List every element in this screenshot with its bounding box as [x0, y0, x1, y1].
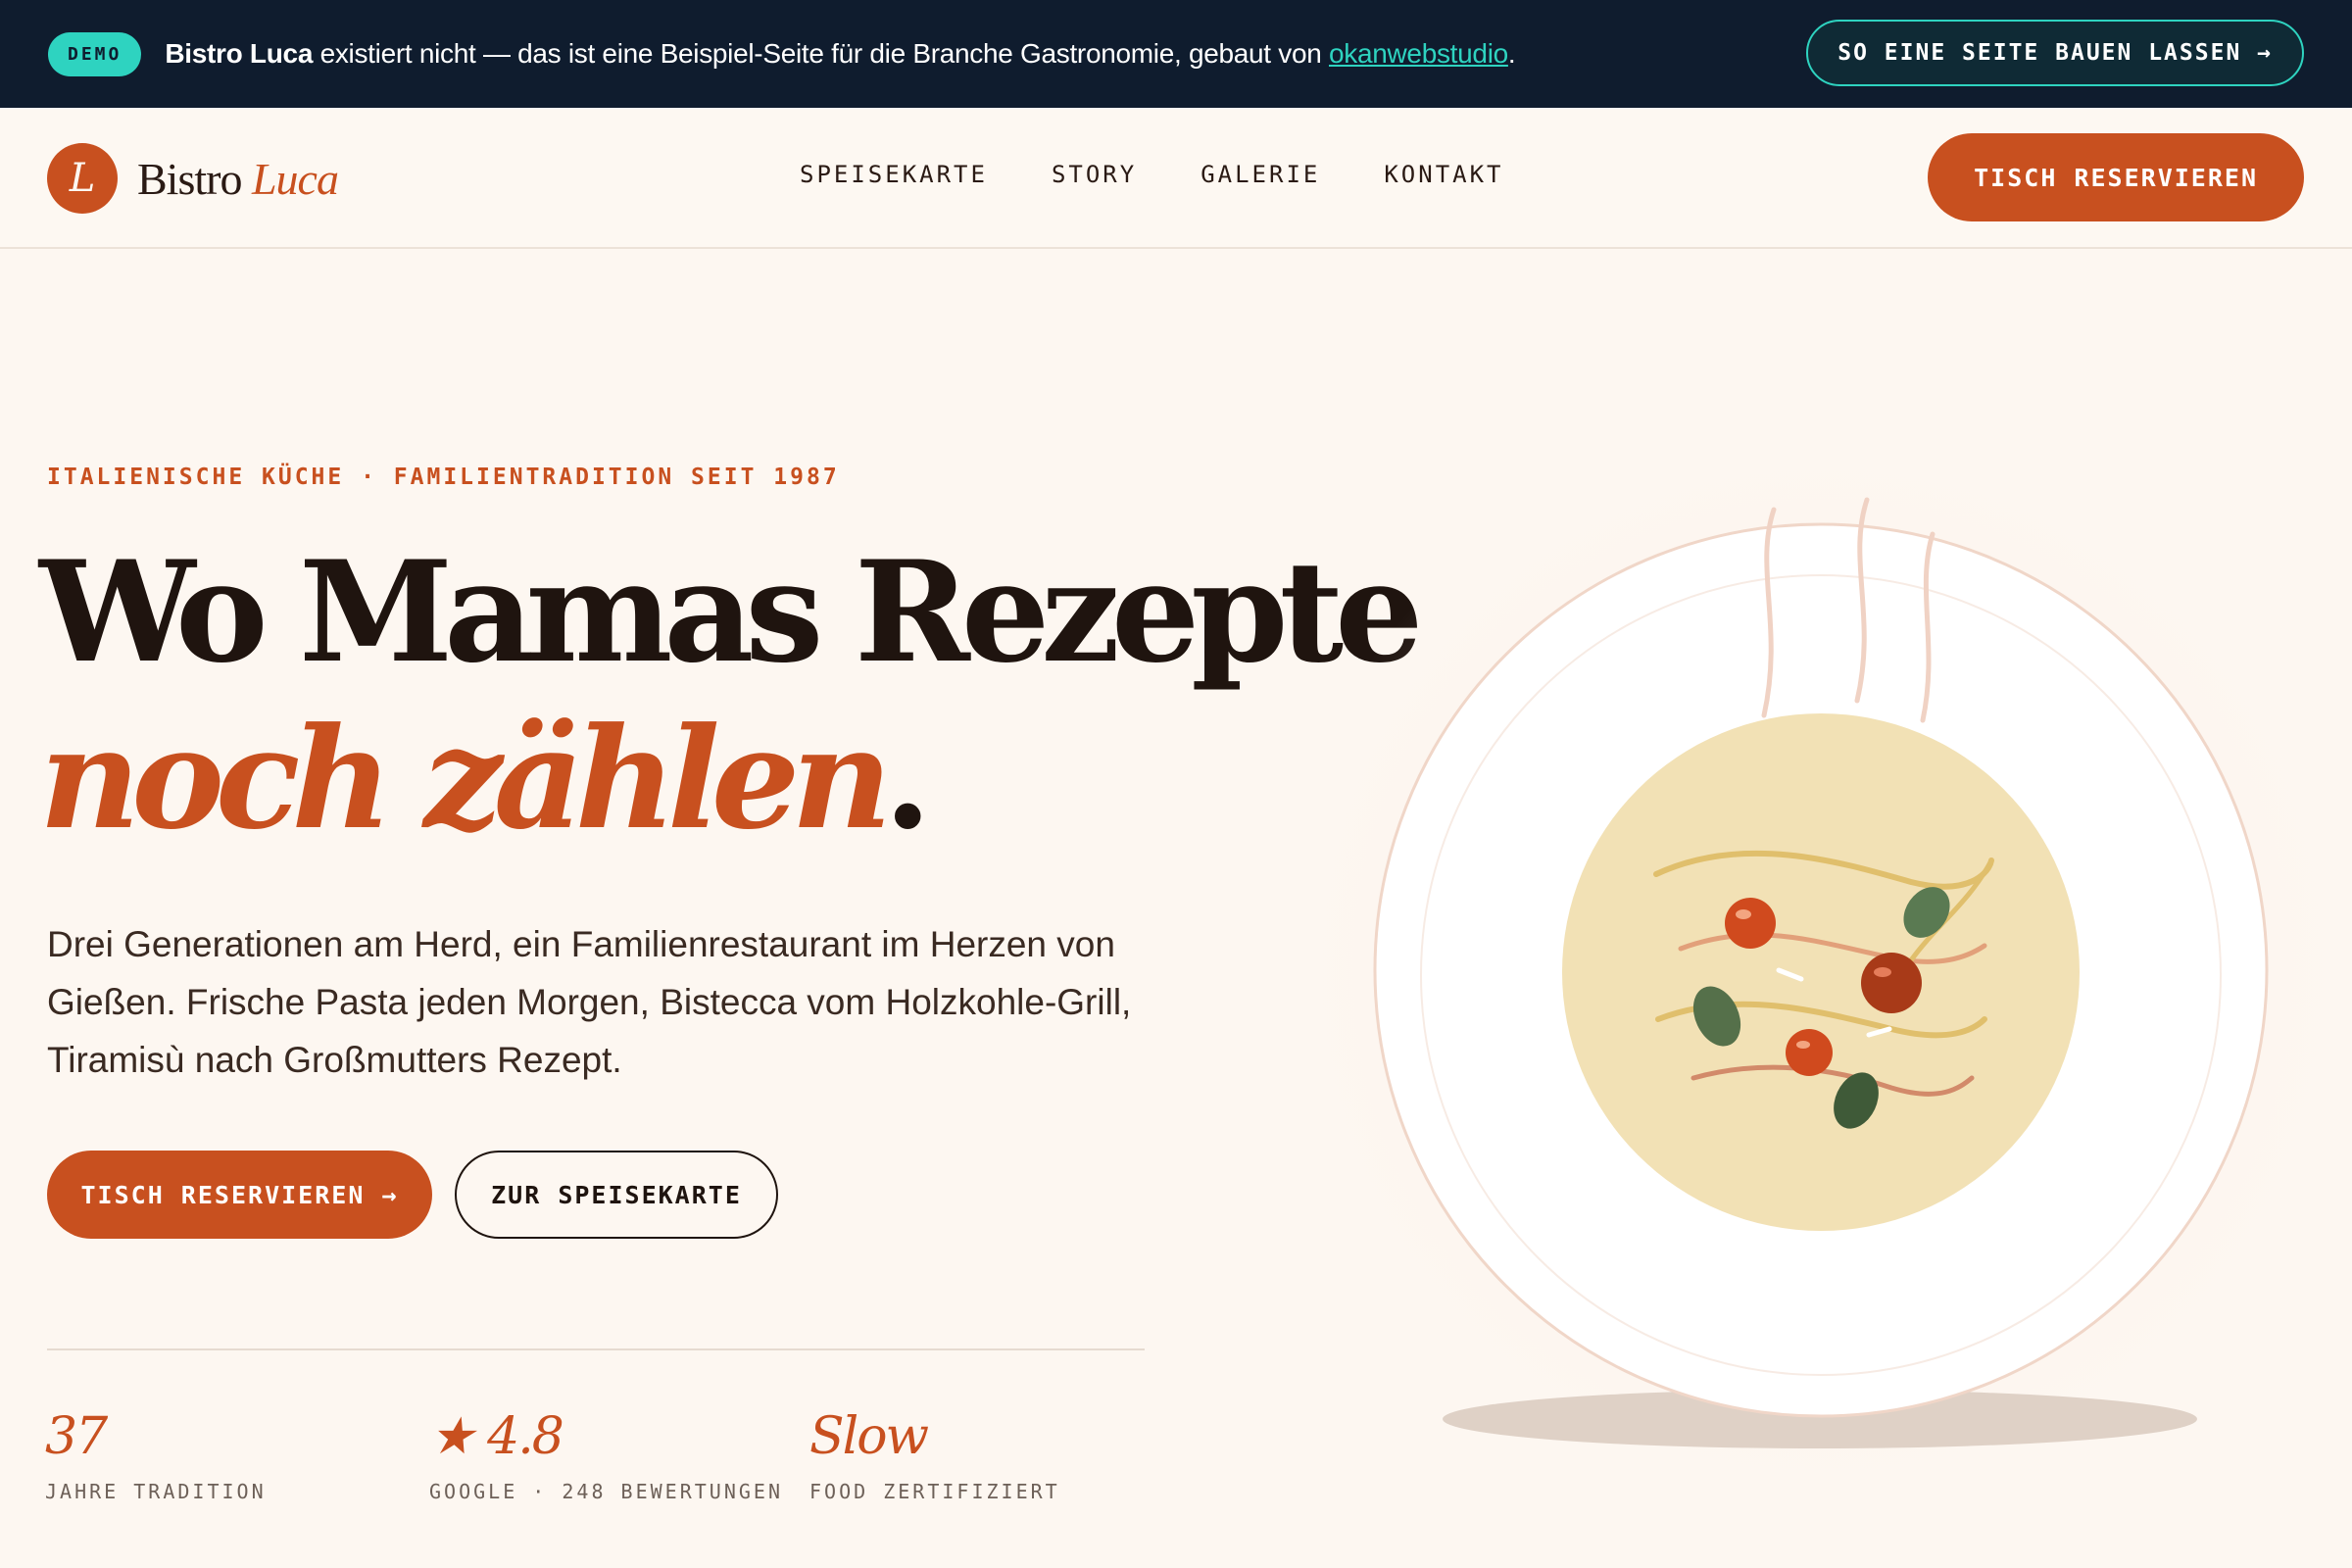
hero-headline: Wo Mamas Rezepte noch zählen.: [39, 529, 1423, 862]
headline-dot: .: [883, 698, 933, 860]
logo-accent-text: Luca: [251, 153, 339, 204]
nav-link-galerie[interactable]: GALERIE: [1200, 161, 1320, 188]
demo-brand: Bistro Luca: [165, 38, 314, 69]
stat-slowfood: Slow FOOD ZERTIFIZIERT: [809, 1407, 1060, 1503]
nav-link-kontakt[interactable]: KONTAKT: [1384, 161, 1503, 188]
logo[interactable]: L Bistro Luca: [47, 143, 339, 214]
logo-main-text: Bistro: [137, 153, 252, 204]
stat-rating: ★ 4.8 GOOGLE · 248 BEWERTUNGEN: [429, 1407, 783, 1503]
stat-label: GOOGLE · 248 BEWERTUNGEN: [429, 1480, 783, 1503]
hero-eyebrow: ITALIENISCHE KÜCHE · FAMILIENTRADITION S…: [47, 465, 840, 490]
demo-period: .: [1507, 38, 1516, 69]
tomato: [1786, 1029, 1833, 1076]
tomato: [1861, 953, 1922, 1013]
logo-wordmark: Bistro Luca: [137, 153, 339, 205]
nav-links: SPEISEKARTE STORY GALERIE KONTAKT: [800, 161, 1568, 188]
menu-button[interactable]: ZUR SPEISEKARTE: [455, 1151, 778, 1239]
headline-line-2: noch zählen.: [39, 696, 1414, 862]
pasta-bowl: [1562, 713, 2080, 1231]
demo-notice: Bistro Luca existiert nicht — das ist ei…: [165, 38, 1515, 70]
stat-value: 37: [45, 1407, 108, 1466]
stats-divider: [47, 1348, 1145, 1350]
tomato-highlight: [1796, 1041, 1810, 1049]
demo-banner: DEMO Bistro Luca existiert nicht — das i…: [0, 0, 2352, 108]
stat-value: ★ 4.8: [429, 1407, 564, 1466]
demo-notice-text: existiert nicht — das ist eine Beispiel-…: [313, 38, 1329, 69]
nav-link-speisekarte[interactable]: SPEISEKARTE: [800, 161, 988, 188]
hero-reserve-button[interactable]: TISCH RESERVIEREN →: [47, 1151, 432, 1239]
nav-link-story[interactable]: STORY: [1052, 161, 1137, 188]
stat-tradition: 37 JAHRE TRADITION: [45, 1407, 267, 1503]
demo-studio-link[interactable]: okanwebstudio: [1329, 38, 1508, 69]
demo-badge: DEMO: [48, 31, 142, 76]
logo-mark: L: [47, 143, 118, 214]
headline-accent: noch zählen: [39, 698, 893, 860]
stat-label: JAHRE TRADITION: [45, 1480, 267, 1503]
tomato-highlight: [1736, 909, 1751, 919]
tomato-highlight: [1874, 967, 1891, 977]
main-navigation: L Bistro Luca SPEISEKARTE STORY GALERIE …: [0, 108, 2352, 249]
tomato: [1725, 898, 1776, 949]
pasta-plate-illustration: [1274, 470, 2352, 1490]
stat-label: FOOD ZERTIFIZIERT: [809, 1480, 1060, 1503]
hero-lead: Drei Generationen am Herd, ein Familienr…: [47, 924, 1132, 1080]
build-site-button[interactable]: SO EINE SEITE BAUEN LASSEN →: [1806, 20, 2304, 86]
headline-line-1: Wo Mamas Rezepte: [39, 531, 1423, 694]
nav-reserve-button[interactable]: TISCH RESERVIEREN: [1928, 133, 2304, 221]
stat-value: Slow: [809, 1407, 929, 1466]
